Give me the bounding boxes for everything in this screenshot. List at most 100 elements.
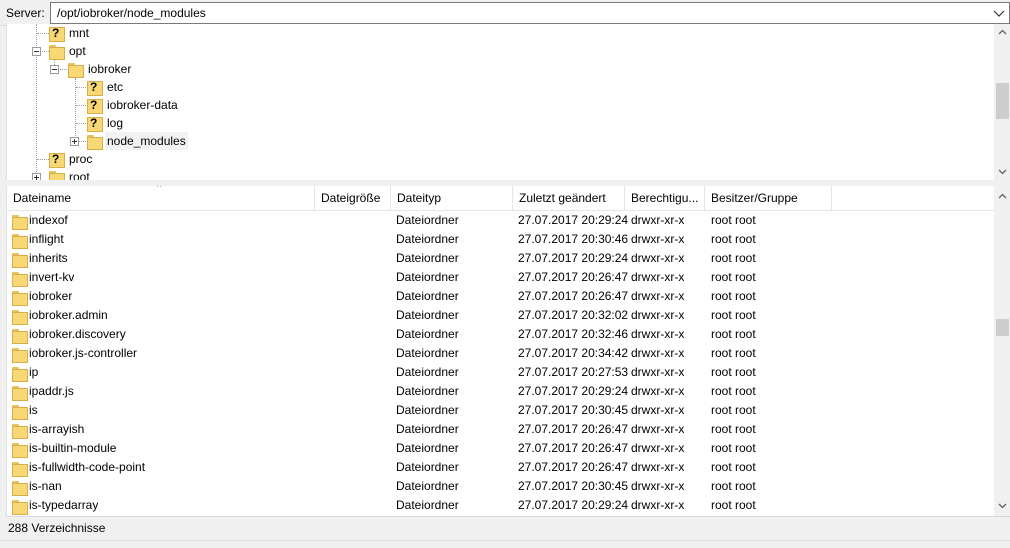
cell-name: invert-kv <box>29 270 75 284</box>
cell-owner: root root <box>711 460 756 474</box>
scroll-up-icon[interactable] <box>994 188 1010 205</box>
cell-perms: drwxr-xr-x <box>631 232 685 246</box>
tree-item-label: proc <box>69 152 93 166</box>
tree-item-label: node_modules <box>105 132 188 150</box>
server-path-value[interactable]: /opt/iobroker/node_modules <box>57 3 206 23</box>
cell-type: Dateiordner <box>396 232 459 246</box>
tree-item-label: opt <box>69 44 86 58</box>
scroll-up-icon[interactable] <box>994 24 1010 41</box>
tree-item-root[interactable]: root <box>7 168 307 180</box>
cell-type: Dateiordner <box>396 384 459 398</box>
column-header-size[interactable]: Dateigröße <box>315 186 391 211</box>
tree-item-log[interactable]: ? log <box>7 114 307 132</box>
cell-modified: 27.07.2017 20:34:42 <box>518 346 629 360</box>
cell-name: is-builtin-module <box>29 441 117 455</box>
collapse-icon[interactable] <box>50 65 59 74</box>
server-label: Server: <box>6 6 45 20</box>
bottom-border <box>0 540 1010 548</box>
file-row[interactable]: is Dateiordner 27.07.2017 20:30:45 drwxr-xr… <box>7 401 994 420</box>
cell-perms: drwxr-xr-x <box>631 441 685 455</box>
cell-name: is-typedarray <box>29 498 99 512</box>
cell-owner: root root <box>711 403 756 417</box>
file-row[interactable]: inflight Dateiordner 27.07.2017 20:30:46 dr… <box>7 230 994 249</box>
tree-item-mnt[interactable]: ? mnt <box>7 24 307 42</box>
file-row[interactable]: ipaddr.js Dateiordner 27.07.2017 20:29:24 d… <box>7 382 994 401</box>
tree-item-label: iobroker <box>88 62 132 76</box>
cell-owner: root root <box>711 289 756 303</box>
file-row[interactable]: is-builtin-module Dateiordner 27.07.2017 2… <box>7 439 994 458</box>
tree-item-etc[interactable]: ? etc <box>7 78 307 96</box>
unknown-folder-icon: ? <box>49 25 65 42</box>
file-row[interactable]: iobroker.admin Dateiordner 27.07.2017 20:3… <box>7 306 994 325</box>
cell-type: Dateiordner <box>396 308 459 322</box>
file-row[interactable]: iobroker Dateiordner 27.07.2017 20:26:47 dr… <box>7 287 994 306</box>
tree-item-label: etc <box>107 80 124 94</box>
cell-name: ipaddr.js <box>29 384 74 398</box>
tree-item-node-modules[interactable]: node_modules <box>7 132 307 150</box>
folder-icon <box>49 43 65 60</box>
cell-modified: 27.07.2017 20:26:47 <box>518 460 629 474</box>
cell-modified: 27.07.2017 20:30:45 <box>518 479 629 493</box>
column-header-row: ^ Dateiname Dateigröße Dateityp Zuletzt … <box>7 186 994 211</box>
file-row[interactable]: is-nan Dateiordner 27.07.2017 20:30:45 drwx… <box>7 477 994 496</box>
folder-icon <box>12 327 28 344</box>
scroll-down-icon[interactable] <box>994 163 1010 180</box>
folder-icon <box>12 460 28 477</box>
cell-type: Dateiordner <box>396 479 459 493</box>
cell-name: is <box>29 403 38 417</box>
remote-file-list[interactable]: ^ Dateiname Dateigröße Dateityp Zuletzt … <box>6 186 1010 516</box>
remote-directory-tree[interactable]: ? mnt opt iobroker ? etc ? iobroker-data… <box>6 24 1010 180</box>
tree-item-opt[interactable]: opt <box>7 42 307 60</box>
file-list-scrollbar[interactable] <box>994 186 1010 516</box>
column-header-name[interactable]: Dateiname <box>7 186 315 211</box>
cell-owner: root root <box>711 441 756 455</box>
cell-owner: root root <box>711 384 756 398</box>
cell-modified: 27.07.2017 20:32:02 <box>518 308 629 322</box>
expand-icon[interactable] <box>70 137 79 146</box>
file-row[interactable]: is-arrayish Dateiordner 27.07.2017 20:26:4… <box>7 420 994 439</box>
cell-modified: 27.07.2017 20:26:47 <box>518 289 629 303</box>
expand-icon[interactable] <box>32 173 41 180</box>
column-header-type[interactable]: Dateityp <box>391 186 513 211</box>
file-row[interactable]: ip Dateiordner 27.07.2017 20:27:53 drwxr-xr… <box>7 363 994 382</box>
cell-name: is-nan <box>29 479 62 493</box>
server-path-combobox[interactable]: /opt/iobroker/node_modules <box>50 2 1010 24</box>
column-header-modified[interactable]: Zuletzt geändert <box>513 186 625 211</box>
file-row[interactable]: is-fullwidth-code-point Dateiordner 27.07.… <box>7 458 994 477</box>
unknown-folder-icon: ? <box>87 79 103 96</box>
cell-owner: root root <box>711 479 756 493</box>
tree-item-iobroker[interactable]: iobroker <box>7 60 307 78</box>
file-row[interactable]: inherits Dateiordner 27.07.2017 20:29:24 dr… <box>7 249 994 268</box>
tree-scrollbar[interactable] <box>994 24 1010 180</box>
cell-perms: drwxr-xr-x <box>631 403 685 417</box>
scroll-thumb[interactable] <box>996 319 1009 336</box>
column-header-owner[interactable]: Besitzer/Gruppe <box>705 186 832 211</box>
folder-icon <box>12 479 28 496</box>
scroll-thumb[interactable] <box>996 83 1009 119</box>
chevron-down-icon[interactable] <box>991 4 1007 22</box>
cell-type: Dateiordner <box>396 346 459 360</box>
folder-icon <box>12 384 28 401</box>
cell-type: Dateiordner <box>396 270 459 284</box>
file-row[interactable]: is-typedarray Dateiordner 27.07.2017 20:29… <box>7 496 994 515</box>
cell-type: Dateiordner <box>396 289 459 303</box>
unknown-folder-icon: ? <box>87 97 103 114</box>
file-row[interactable]: invert-kv Dateiordner 27.07.2017 20:26:47 d… <box>7 268 994 287</box>
cell-owner: root root <box>711 365 756 379</box>
file-row[interactable]: iobroker.js-controller Dateiordner 27.07.2… <box>7 344 994 363</box>
cell-owner: root root <box>711 327 756 341</box>
tree-item-iobroker-data[interactable]: ? iobroker-data <box>7 96 307 114</box>
column-header-permissions[interactable]: Berechtigu... <box>625 186 705 211</box>
cell-owner: root root <box>711 213 756 227</box>
file-row[interactable]: iobroker.discovery Dateiordner 27.07.2017 … <box>7 325 994 344</box>
unknown-folder-icon: ? <box>87 115 103 132</box>
file-row[interactable]: indexof Dateiordner 27.07.2017 20:29:24 drw… <box>7 211 994 230</box>
tree-item-proc[interactable]: ? proc <box>7 150 307 168</box>
cell-modified: 27.07.2017 20:29:24 <box>518 384 629 398</box>
cell-type: Dateiordner <box>396 422 459 436</box>
scroll-down-icon[interactable] <box>994 497 1010 514</box>
cell-type: Dateiordner <box>396 365 459 379</box>
cell-modified: 27.07.2017 20:26:47 <box>518 441 629 455</box>
collapse-icon[interactable] <box>32 47 41 56</box>
folder-icon <box>12 365 28 382</box>
